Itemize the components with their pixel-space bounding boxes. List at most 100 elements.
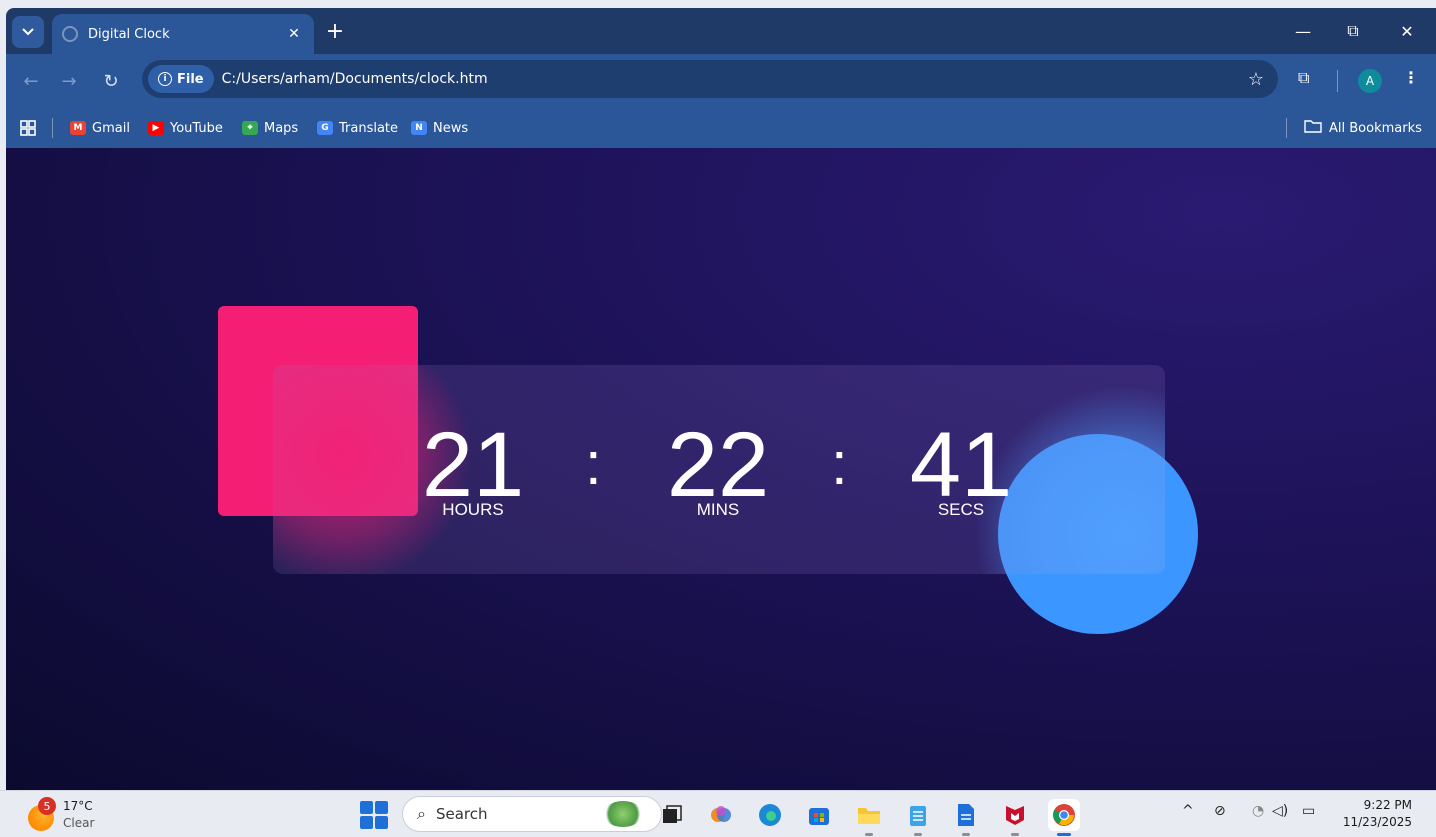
bookmark-label: News: [433, 120, 469, 136]
maps-icon: ⌖: [242, 121, 258, 135]
search-highlight-icon: [603, 801, 643, 827]
site-info-chip[interactable]: i File: [148, 65, 214, 93]
running-indicator: [1057, 833, 1071, 836]
folder-icon: [1304, 119, 1322, 137]
mcafee-button[interactable]: [999, 799, 1031, 836]
tab-digital-clock[interactable]: Digital Clock ✕: [52, 14, 314, 54]
running-indicator: [914, 833, 922, 836]
bookmarks-bar: M Gmail ▶ YouTube ⌖ Maps G Translate N N…: [6, 108, 1436, 148]
bookmarks-divider: [1286, 118, 1287, 138]
hours-value: 21: [421, 414, 525, 516]
seconds-block: 41 SECS: [891, 417, 1031, 520]
file-explorer-icon: [858, 808, 880, 824]
windows-taskbar: 5 17°C Clear ⌕ Search ^ ⊘ ◔ ◁) ▭ 9:22 PM…: [0, 790, 1436, 837]
translate-icon: G: [317, 121, 333, 135]
page-viewport: 21 HOURS : 22 MINS : 41 SECS: [6, 148, 1436, 790]
tab-strip: Digital Clock ✕ + — ⧉ ✕: [6, 8, 1436, 54]
notepad-icon: [910, 806, 926, 826]
scheme-label: File: [177, 71, 204, 87]
bookmark-youtube[interactable]: ▶ YouTube: [148, 116, 223, 140]
browser-toolbar: ← → ↻ i File C:/Users/arham/Documents/cl…: [6, 54, 1436, 108]
weather-temperature: 17°C: [63, 799, 93, 813]
bookmark-maps[interactable]: ⌖ Maps: [242, 116, 298, 140]
bookmark-label: Gmail: [92, 120, 130, 136]
toolbar-divider: [1337, 70, 1338, 92]
back-button[interactable]: ←: [16, 66, 46, 96]
taskbar-clock[interactable]: 9:22 PM 11/23/2025: [1343, 797, 1412, 831]
search-placeholder: Search: [435, 805, 488, 823]
running-indicator: [962, 833, 970, 836]
profile-avatar[interactable]: A: [1358, 69, 1382, 93]
task-view-button[interactable]: [656, 799, 688, 831]
bookmark-gmail[interactable]: M Gmail: [70, 116, 130, 140]
minutes-block: 22 MINS: [648, 417, 788, 520]
reload-button[interactable]: ↻: [96, 66, 126, 96]
windows-logo-icon: [360, 801, 373, 814]
file-explorer-button[interactable]: [853, 799, 885, 836]
chrome-button[interactable]: [1048, 799, 1080, 836]
info-icon: i: [158, 72, 172, 86]
menu-kebab-icon[interactable]: ⋮: [1403, 68, 1419, 87]
bookmark-star-icon[interactable]: ☆: [1248, 69, 1264, 90]
weather-condition: Clear: [63, 816, 95, 830]
taskbar-date: 11/23/2025: [1342, 815, 1412, 829]
bookmark-label: Translate: [339, 120, 399, 136]
seconds-value: 41: [909, 414, 1013, 516]
copilot-button[interactable]: [705, 799, 737, 831]
tab-search-button[interactable]: [12, 16, 44, 48]
arrow-right-icon: →: [61, 70, 77, 92]
volume-icon[interactable]: ◁): [1272, 803, 1288, 819]
restore-button[interactable]: ⧉: [1328, 14, 1378, 48]
extensions-icon[interactable]: ⧉: [1298, 68, 1309, 88]
new-tab-button[interactable]: +: [320, 16, 350, 46]
cloud-offline-icon[interactable]: ⊘: [1214, 803, 1226, 819]
docs-icon: [958, 804, 974, 826]
edge-icon: [759, 804, 781, 826]
chrome-icon: [1053, 804, 1075, 826]
wifi-icon[interactable]: ◔: [1252, 803, 1264, 819]
news-icon: N: [411, 121, 427, 135]
running-indicator: [1011, 833, 1019, 836]
bookmark-translate[interactable]: G Translate: [317, 116, 398, 140]
hours-block: 21 HOURS: [403, 417, 543, 520]
chevron-down-icon: [22, 28, 34, 36]
reload-icon: ↻: [103, 70, 119, 92]
globe-icon: [62, 26, 78, 42]
task-view-icon: [663, 805, 682, 823]
arrow-left-icon: ←: [23, 70, 39, 92]
search-icon: ⌕: [417, 804, 426, 823]
tab-close-button[interactable]: ✕: [284, 26, 304, 42]
taskbar-search-box[interactable]: ⌕ Search: [402, 796, 662, 832]
edge-button[interactable]: [754, 799, 786, 831]
forward-button[interactable]: →: [54, 66, 84, 96]
notepad-button[interactable]: [902, 799, 934, 836]
colon-separator: :: [831, 430, 848, 497]
gmail-icon: M: [70, 121, 86, 135]
running-indicator: [865, 833, 873, 836]
close-window-button[interactable]: ✕: [1382, 14, 1432, 48]
all-bookmarks-button[interactable]: All Bookmarks: [1304, 116, 1422, 140]
minimize-button[interactable]: —: [1278, 14, 1328, 48]
apps-grid-icon[interactable]: [20, 116, 36, 140]
show-hidden-icons-chevron-icon[interactable]: ^: [1182, 803, 1194, 819]
tab-title: Digital Clock: [88, 26, 170, 42]
notification-badge: 5: [38, 797, 56, 815]
bookmark-news[interactable]: N News: [411, 116, 468, 140]
address-bar[interactable]: i File C:/Users/arham/Documents/clock.ht…: [142, 60, 1278, 98]
clock-glass-card: 21 HOURS : 22 MINS : 41 SECS: [273, 365, 1165, 574]
start-button[interactable]: [360, 801, 388, 829]
digital-clock: 21 HOURS : 22 MINS : 41 SECS: [273, 365, 1165, 574]
store-button[interactable]: [803, 799, 835, 831]
store-icon: [809, 808, 829, 825]
url-text[interactable]: C:/Users/arham/Documents/clock.htm: [222, 71, 488, 87]
docs-button[interactable]: [950, 799, 982, 836]
colon-separator: :: [585, 430, 602, 497]
bookmark-label: YouTube: [170, 120, 223, 136]
battery-icon[interactable]: ▭: [1302, 803, 1315, 819]
bookmarks-divider: [52, 118, 53, 138]
copilot-icon: [711, 806, 731, 822]
mcafee-icon: [1006, 806, 1024, 825]
youtube-icon: ▶: [148, 121, 164, 135]
bookmark-label: Maps: [264, 120, 299, 136]
taskbar-time: 9:22 PM: [1363, 798, 1412, 812]
